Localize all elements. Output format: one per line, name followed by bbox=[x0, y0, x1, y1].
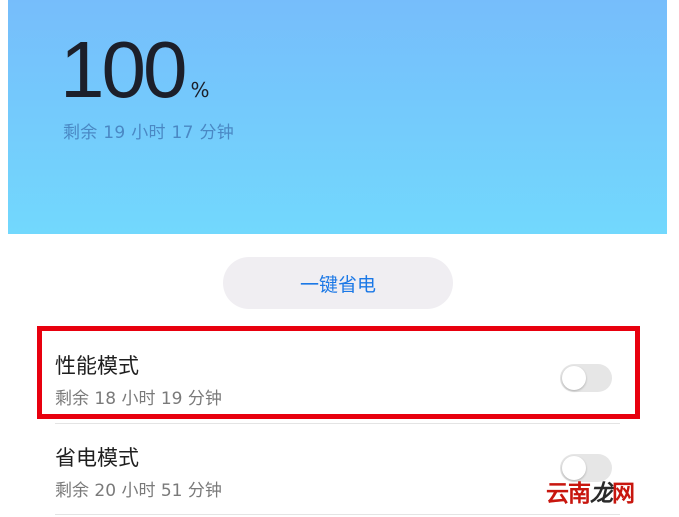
performance-mode-toggle[interactable] bbox=[560, 364, 612, 392]
battery-header: 100 % 剩余 19 小时 17 分钟 bbox=[8, 0, 667, 234]
performance-mode-title: 性能模式 bbox=[55, 354, 139, 378]
performance-mode-row[interactable]: 性能模式 剩余 18 小时 19 分钟 bbox=[40, 340, 620, 420]
power-saving-mode-remaining: 剩余 20 小时 51 分钟 bbox=[55, 481, 222, 501]
battery-percentage: 100 % bbox=[60, 30, 210, 110]
watermark-part: 云南 bbox=[546, 481, 591, 507]
battery-remaining-time: 剩余 19 小时 17 分钟 bbox=[63, 123, 235, 143]
toggle-knob bbox=[562, 366, 586, 390]
one-key-power-save-button[interactable]: 一键省电 bbox=[223, 257, 453, 309]
battery-percent-unit: % bbox=[190, 78, 210, 102]
divider bbox=[55, 423, 620, 424]
performance-mode-remaining: 剩余 18 小时 19 分钟 bbox=[55, 389, 222, 409]
watermark-part: 网 bbox=[612, 481, 635, 507]
divider bbox=[55, 514, 620, 515]
power-saving-mode-title: 省电模式 bbox=[55, 446, 139, 470]
battery-percent-value: 100 bbox=[60, 25, 187, 114]
power-saving-mode-row[interactable]: 省电模式 剩余 20 小时 51 分钟 bbox=[40, 432, 620, 512]
watermark-logo: 云南龙网 bbox=[546, 474, 635, 508]
watermark-part: 龙 bbox=[590, 481, 613, 507]
